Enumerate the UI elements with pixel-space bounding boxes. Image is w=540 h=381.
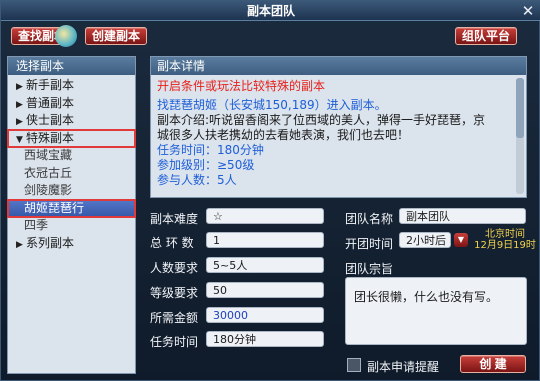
rounds-label: 总 环 数 [150, 236, 194, 250]
detail-intro-line1: 副本介绍:听说留香阁来了位西域的美人，弹得一手好琵琶，京 [157, 113, 486, 127]
start-time-select[interactable]: 2小时后 [399, 232, 451, 248]
dungeon-select-panel: 选择副本 ▶ 新手副本 ▶ 普通副本 ▶ 侠士副本 ▼ 特殊副本 西域宝藏 衣冠古丘 剑… [7, 56, 136, 374]
detail-scroll-thumb[interactable] [516, 78, 524, 138]
rounds-field: 1 [206, 232, 324, 248]
team-purpose-textarea[interactable]: 团长很懒，什么也没有写。 [345, 277, 527, 345]
people-label: 人数要求 [150, 261, 199, 275]
window-titlebar: 副本团队 ✕ [1, 1, 540, 21]
start-time-label: 开团时间 [345, 237, 394, 251]
dungeon-tree: ▶ 新手副本 ▶ 普通副本 ▶ 侠士副本 ▼ 特殊副本 西域宝藏 衣冠古丘 剑陵魔影 胡… [7, 75, 136, 253]
tree-item-pipa-dancer[interactable]: 胡姬琵琶行 [7, 198, 136, 218]
expand-icon: ▶ [16, 82, 23, 92]
tree-item-western-treasure[interactable]: 西域宝藏 [8, 147, 135, 165]
tree-item-hero[interactable]: ▶ 侠士副本 [8, 112, 135, 130]
beijing-time-date: 12月9日19时 [474, 240, 536, 251]
detail-find-npc: 找琵琶胡姬（长安城150,189）进入副本。 [157, 98, 387, 112]
expand-icon: ▶ [16, 239, 23, 250]
detail-participants: 参与人数：5人 [157, 173, 237, 187]
apply-remind-checkbox[interactable] [347, 358, 361, 372]
beijing-time-label: 北京时间 [485, 229, 525, 240]
detail-condition: 开启条件或玩法比较特殊的副本 [157, 79, 326, 93]
time-field: 180分钟 [206, 331, 324, 347]
dungeon-detail-panel: 副本详情 开启条件或玩法比较特殊的副本 找琵琶胡姬（长安城150,189）进入副… [150, 56, 527, 198]
dungeon-emblem-icon [55, 25, 77, 47]
dungeon-select-header: 选择副本 [8, 57, 135, 75]
close-icon[interactable]: ✕ [519, 3, 537, 19]
people-field: 5~5人 [206, 257, 324, 273]
team-window: 副本团队 ✕ 查找副本 创建副本 组队平台 选择副本 ▶ 新手副本 ▶ 普通副本 ▶… [0, 0, 540, 381]
team-name-label: 团队名称 [345, 212, 394, 226]
tree-item-special[interactable]: ▼ 特殊副本 [7, 128, 136, 148]
detail-intro-line2: 城很多人扶老携幼的去看她表演，我们也去吧！ [157, 128, 410, 142]
time-label: 任务时间 [150, 335, 199, 349]
create-team-button[interactable]: 创 建 [460, 355, 526, 373]
tree-item-series[interactable]: ▶ 系列副本 [8, 235, 135, 253]
apply-remind-label: 副本申请提醒 [367, 360, 440, 374]
dungeon-detail-header: 副本详情 [151, 57, 526, 75]
detail-task-time: 任务时间：180分钟 [157, 143, 264, 157]
tree-item-sword-tomb[interactable]: 剑陵魔影 [8, 182, 135, 200]
beijing-time-note: 北京时间 12月9日19时 [470, 229, 540, 251]
window-title: 副本团队 [246, 4, 295, 18]
dungeon-detail-text: 开启条件或玩法比较特殊的副本 找琵琶胡姬（长安城150,189）进入副本。 副本… [151, 75, 526, 188]
tree-item-ancient-mound[interactable]: 衣冠古丘 [8, 165, 135, 183]
money-field: 30000 [206, 307, 324, 323]
team-purpose-label: 团队宗旨 [345, 262, 394, 276]
create-dungeon-button[interactable]: 创建副本 [85, 27, 148, 45]
difficulty-field: ☆ [206, 208, 324, 224]
tree-item-four-seasons[interactable]: 四季 [8, 217, 135, 235]
expand-icon: ▶ [16, 117, 23, 127]
team-name-input[interactable]: 副本团队 [399, 208, 526, 224]
chevron-down-icon[interactable]: ▼ [454, 233, 468, 247]
detail-level: 参加级别：≥50级 [157, 158, 255, 172]
level-field: 50 [206, 282, 324, 298]
difficulty-label: 副本难度 [150, 212, 199, 226]
level-label: 等级要求 [150, 286, 199, 300]
tree-item-normal[interactable]: ▶ 普通副本 [8, 95, 135, 113]
money-label: 所需金额 [150, 311, 199, 325]
tree-item-newbie[interactable]: ▶ 新手副本 [8, 77, 135, 95]
team-platform-button[interactable]: 组队平台 [455, 27, 518, 45]
detail-scrollbar[interactable] [516, 78, 524, 194]
